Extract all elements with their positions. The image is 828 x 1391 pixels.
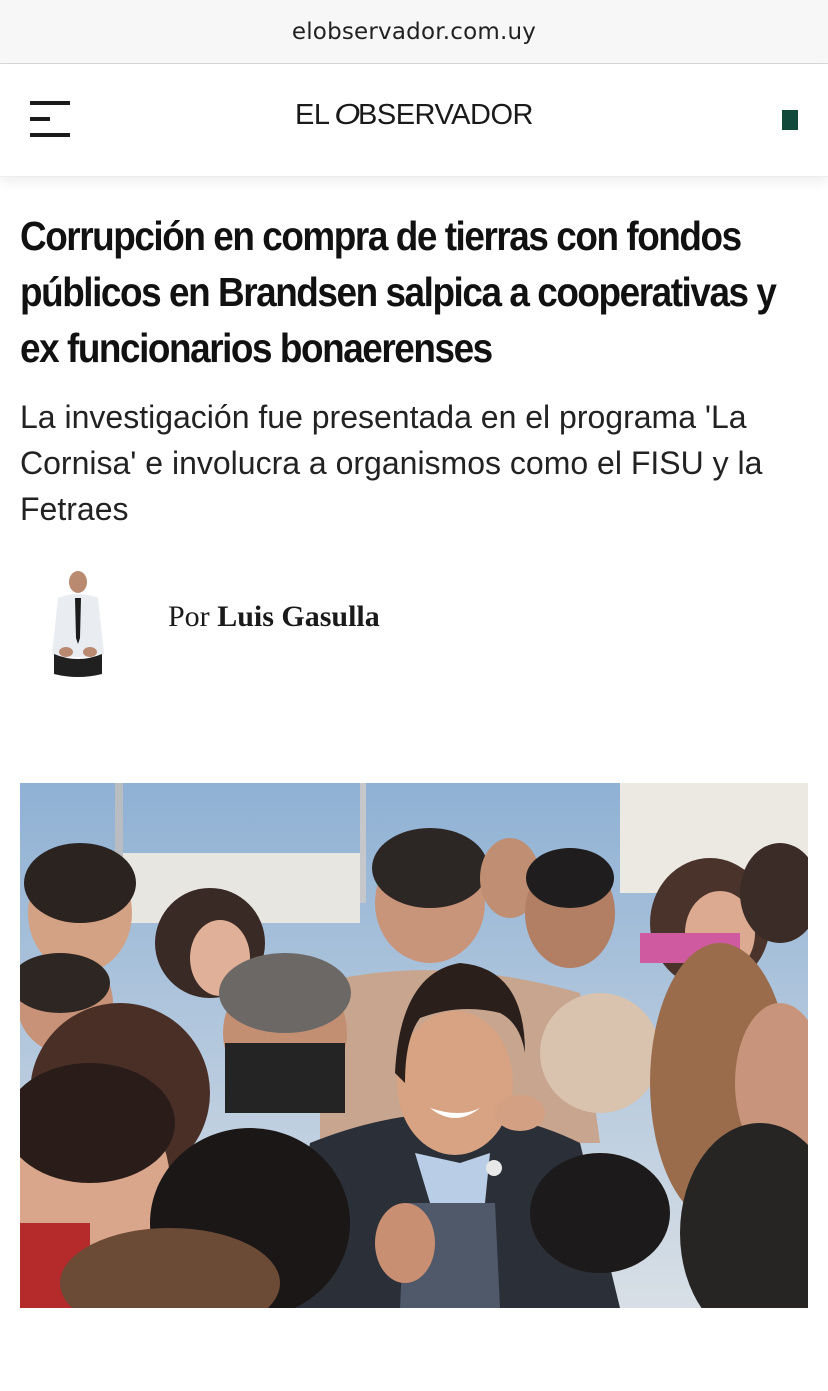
browser-address-bar[interactable]: elobservador.com.uy — [0, 0, 828, 64]
url-text: elobservador.com.uy — [291, 18, 537, 45]
logo-text-left: EL — [295, 99, 336, 131]
site-header: EL OBSERVADOR — [0, 65, 828, 177]
article-subheadline: La investigación fue presentada en el pr… — [20, 399, 763, 527]
article-headline: Corrupción en compra de tierras con fond… — [20, 213, 777, 371]
author-name-link[interactable]: Luis Gasulla — [217, 600, 380, 633]
logo-o-mark: O — [334, 99, 360, 131]
site-logo[interactable]: EL OBSERVADOR — [0, 99, 828, 132]
logo-text-right: BSERVADOR — [358, 99, 533, 131]
byline-prefix: Por — [168, 600, 210, 633]
article-byline: Por Luis Gasulla — [168, 600, 380, 634]
square-icon — [782, 110, 798, 130]
article-hero-image[interactable] — [20, 783, 808, 1308]
author-avatar[interactable] — [44, 568, 112, 680]
